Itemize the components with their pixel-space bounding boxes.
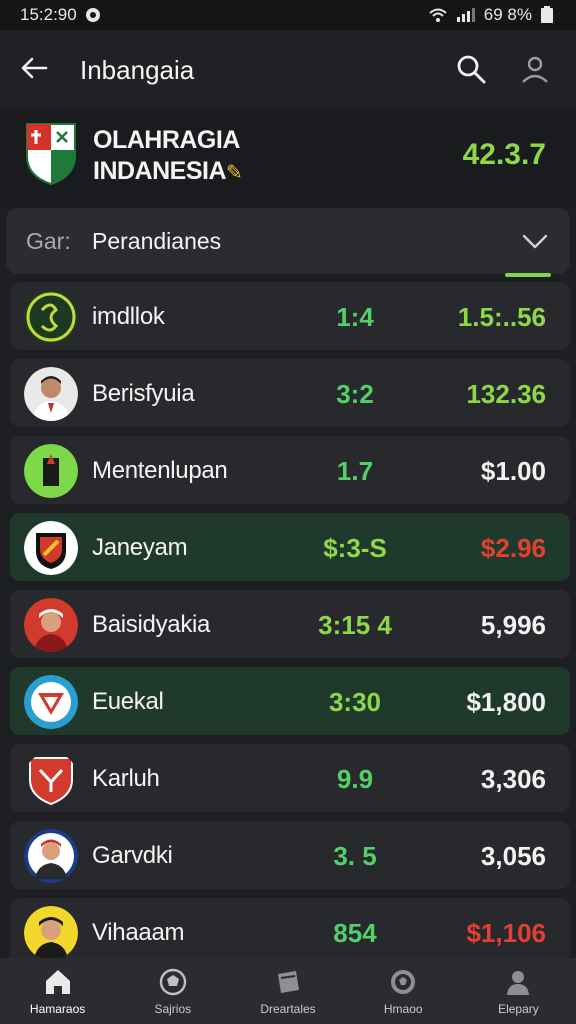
status-time: 15:2:90 <box>20 5 77 24</box>
team-score: 3:30 <box>328 687 382 717</box>
nav-label: Hamaraos <box>29 1002 86 1016</box>
back-arrow-icon[interactable] <box>18 52 50 84</box>
battery-percent: 69 8% <box>483 5 532 24</box>
team-price: $1,800 <box>466 687 546 717</box>
battery-icon <box>541 6 553 23</box>
person-icon <box>507 971 530 995</box>
league-value: 42.3.7 <box>462 138 546 171</box>
home-icon <box>45 970 70 994</box>
team-price: $2.96 <box>480 533 546 563</box>
app-bar: Inbangaia <box>0 30 576 108</box>
list-item[interactable]: Karluh 9.9 3,306 <box>10 744 570 812</box>
league-shield-logo <box>26 123 76 186</box>
tab-indicator <box>505 273 551 277</box>
team-name: Euekal <box>92 688 164 715</box>
team-logo-icon <box>24 290 78 344</box>
team-name: Garvdki <box>92 842 173 869</box>
player-avatar <box>24 829 78 883</box>
nav-label: Dreartales <box>260 1002 316 1016</box>
list-item[interactable]: Baisidyakia 3:15 4 5,996 <box>10 590 570 658</box>
nav-item-sports[interactable]: Sajrios <box>115 958 230 1024</box>
player-avatar <box>24 367 78 421</box>
team-price: $1.00 <box>481 456 546 487</box>
league-name: OLAHRAGIA INDANESIA✎ <box>93 125 243 189</box>
team-price-text: $1.00 <box>480 456 546 486</box>
team-price: 3,056 <box>480 841 546 871</box>
dropdown-prefix: Gar: <box>26 228 71 254</box>
team-score: 854 <box>333 918 377 948</box>
team-price: 3,306 <box>480 764 546 794</box>
team-name: imdllok <box>92 303 165 330</box>
team-price: 1.5:..56 <box>457 302 546 332</box>
dropdown-label: Perandianes <box>92 228 222 254</box>
notification-icon <box>85 8 100 22</box>
league-badge-icon: ✎ <box>226 162 243 184</box>
league-name-line2: INDANESIA <box>93 157 227 185</box>
category-dropdown[interactable]: Gar: Perandianes <box>6 208 570 274</box>
nav-label: Sajrios <box>154 1002 192 1016</box>
wifi-icon <box>429 8 447 22</box>
team-score: 3:2 <box>336 379 374 409</box>
nav-item-home[interactable]: Hamaraos <box>0 958 115 1024</box>
list-item[interactable]: Mentenlupan 1.7 $1.00 <box>10 436 570 504</box>
nav-item-matches[interactable]: Hmaoo <box>346 958 461 1024</box>
player-avatar <box>24 906 78 960</box>
app-title: Inbangaia <box>80 55 195 85</box>
team-name: Mentenlupan <box>92 457 228 484</box>
card-icon <box>278 971 299 993</box>
team-name: Berisfyuia <box>92 380 195 407</box>
soccer-icon <box>391 970 416 994</box>
nav-item-cards[interactable]: Dreartales <box>230 958 345 1024</box>
nav-item-profile[interactable]: Elepary <box>461 958 576 1024</box>
team-score: 9.9 <box>336 764 374 794</box>
team-logo-icon <box>24 521 78 575</box>
profile-icon[interactable] <box>518 52 552 86</box>
team-score: $:3-S <box>323 533 387 563</box>
list-item[interactable]: Garvdki 3. 5 3,056 <box>10 821 570 889</box>
team-name: Karluh <box>92 765 160 792</box>
team-logo-icon <box>24 675 78 729</box>
player-avatar <box>24 598 78 652</box>
status-bar: 15:2:90 69 8% <box>0 0 576 30</box>
team-name: Baisidyakia <box>92 611 211 638</box>
team-score: 1.7 <box>336 456 374 486</box>
team-score: 1:4 <box>336 302 374 332</box>
bottom-nav: Hamaraos Sajrios Dreartales Hmaoo Elepar… <box>0 958 576 1024</box>
list-item[interactable]: imdllok 1:4 1.5:..56 <box>10 282 570 350</box>
chevron-down-icon <box>522 234 548 249</box>
ball-icon <box>159 968 186 996</box>
league-name-line1: OLAHRAGIA <box>93 126 240 154</box>
list-item[interactable]: Euekal 3:30 $1,800 <box>10 667 570 735</box>
league-header: OLAHRAGIA INDANESIA✎ 42.3.7 <box>0 108 576 208</box>
team-name: Janeyam <box>92 534 188 561</box>
team-price: 132.36 <box>466 379 546 409</box>
signal-icon <box>456 8 475 22</box>
team-score: 3:15 4 <box>318 610 392 640</box>
team-logo-icon <box>24 752 78 806</box>
nav-label: Hmaoo <box>383 1002 423 1016</box>
team-name: Vihaaam <box>92 919 185 946</box>
team-score: 3. 5 <box>333 841 377 871</box>
search-icon[interactable] <box>454 52 488 86</box>
nav-label: Elepary <box>498 1002 539 1016</box>
list-item[interactable]: Berisfyuia 3:2 132.36 <box>10 359 570 427</box>
team-price: 5,996 <box>480 610 546 640</box>
team-price: $1,106 <box>466 918 546 948</box>
list-item[interactable]: Janeyam $:3-S $2.96 <box>10 513 570 581</box>
team-logo-icon <box>24 444 78 498</box>
list-item[interactable]: Vihaaam 854 $1,106 <box>10 898 570 966</box>
